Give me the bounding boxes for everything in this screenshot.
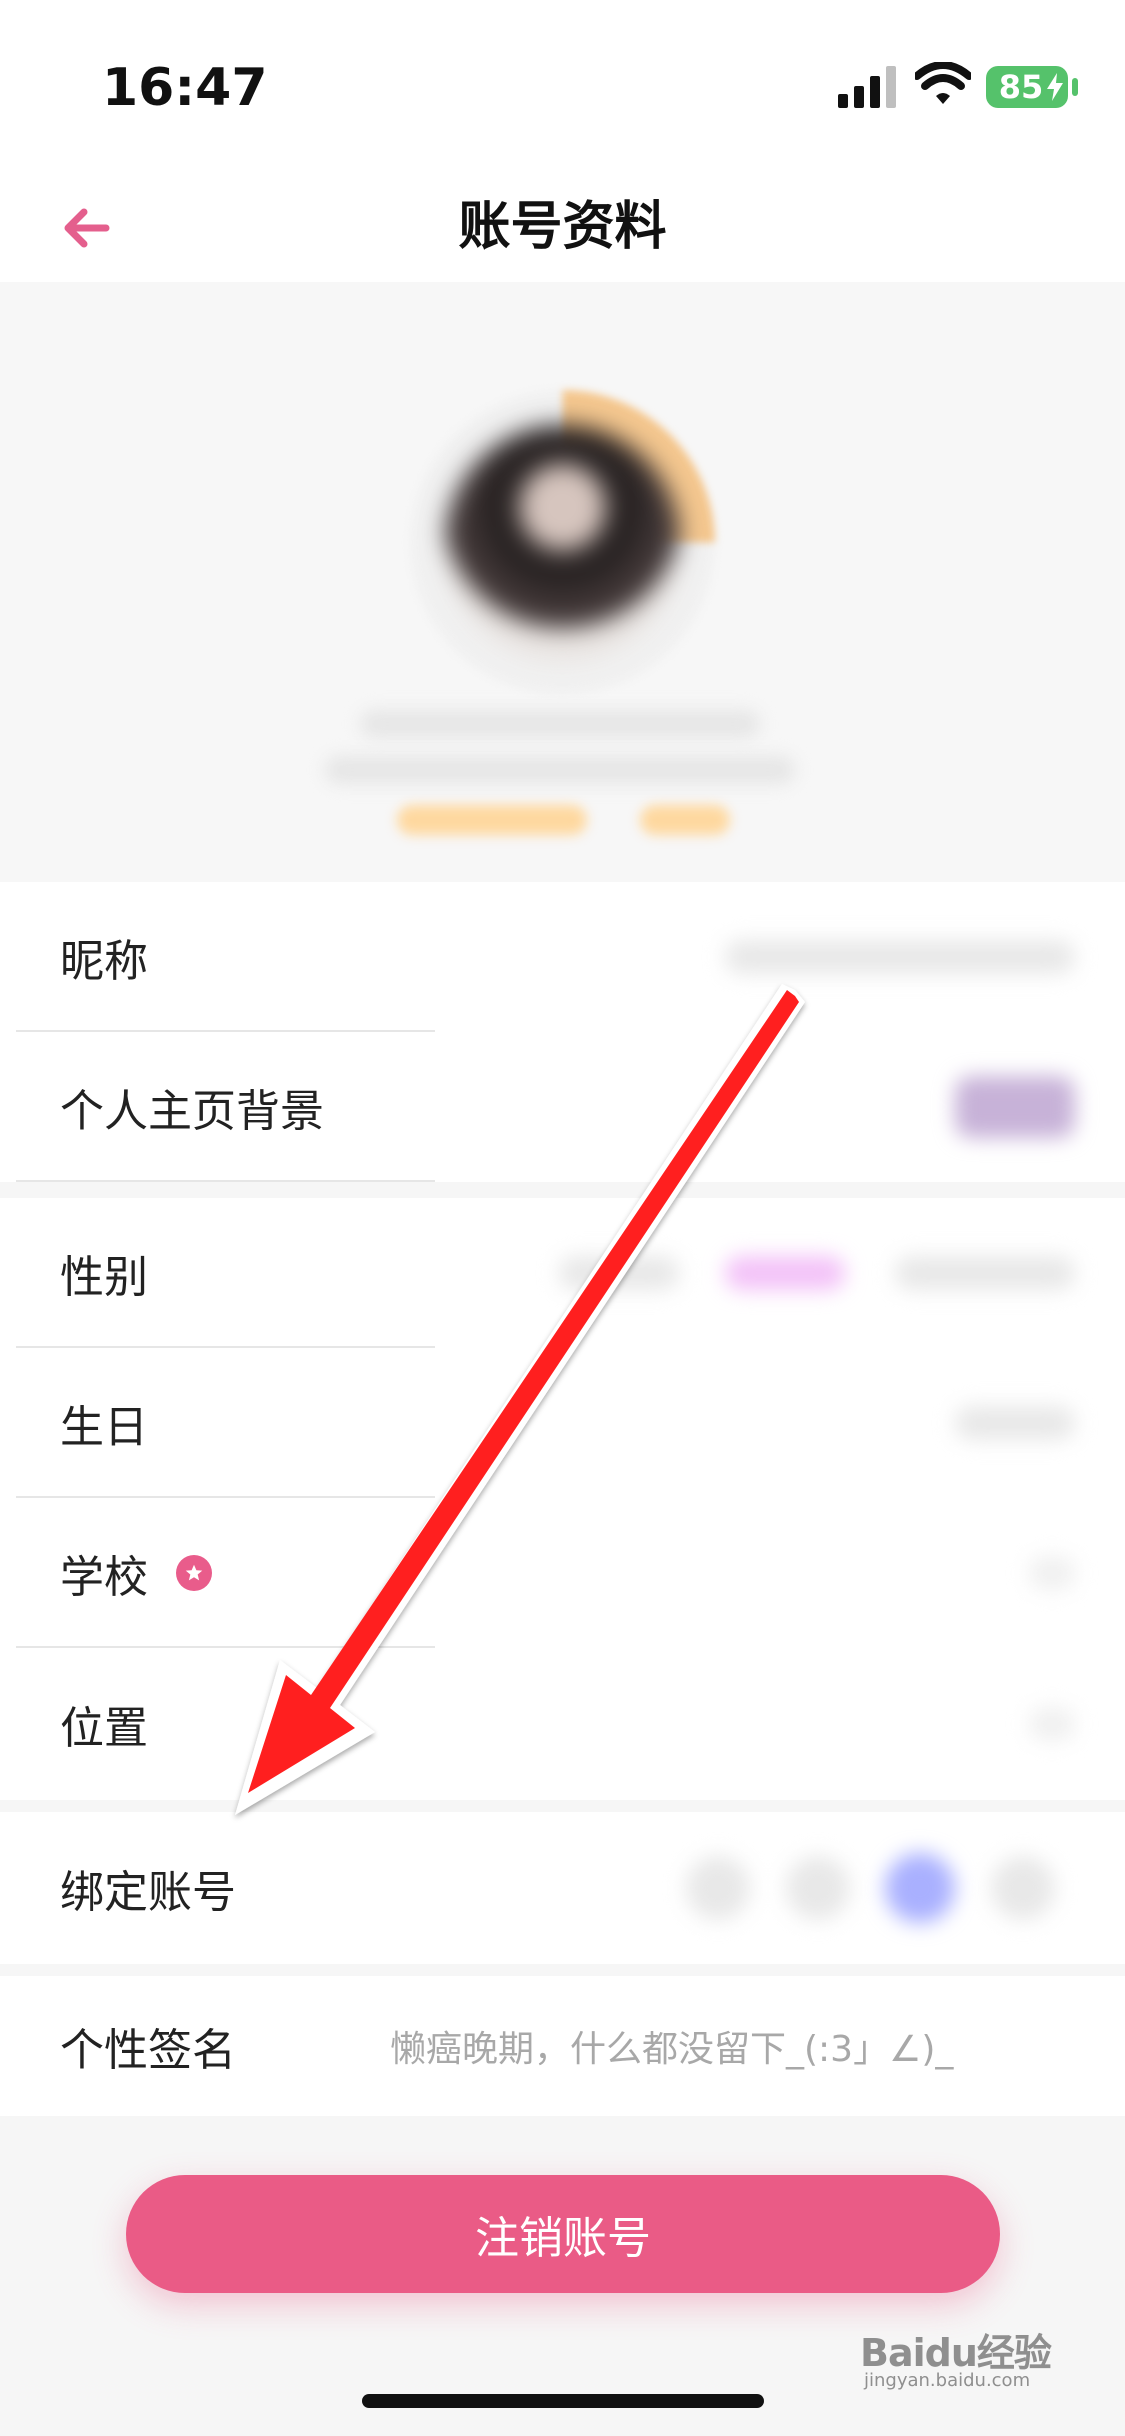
profile-header	[0, 282, 1125, 882]
home-indicator[interactable]	[362, 2394, 764, 2408]
watermark-text: Baidu经验	[860, 2331, 1052, 2375]
signal-icon	[838, 66, 896, 108]
row-bind-account[interactable]: 绑定账号	[0, 1812, 1125, 1964]
row-nickname[interactable]: 昵称	[0, 882, 1125, 1032]
bound-account-icon	[786, 1856, 850, 1920]
nav-bar: 账号资料	[0, 170, 1125, 282]
gender-label: 性别	[60, 1252, 148, 1303]
wifi-icon	[915, 62, 971, 104]
blurred-profile-info	[360, 710, 760, 738]
profile-background-label: 个人主页背景	[60, 1086, 324, 1137]
gender-option	[559, 1256, 679, 1290]
nickname-value	[725, 940, 1075, 974]
gender-option	[895, 1256, 1075, 1290]
birthday-label: 生日	[60, 1402, 148, 1453]
location-value	[1029, 1707, 1075, 1741]
gender-option-selected	[725, 1256, 845, 1290]
battery-indicator: 85	[986, 66, 1078, 108]
blurred-profile-tag	[640, 805, 730, 835]
account-profile-screen: 16:47 85 账号资料 昵称 个人主页背景 性别 生日 学校 位置 绑定账号…	[0, 0, 1125, 2436]
page-title: 账号资料	[458, 197, 667, 257]
bound-account-icon-active	[885, 1853, 955, 1923]
row-signature[interactable]: 个性签名 懒癌晚期，什么都没留下_(:3」∠)_	[0, 1976, 1125, 2116]
signature-value: 懒癌晚期，什么都没留下_(:3」∠)_	[390, 2029, 954, 2070]
charging-bolt-icon	[1047, 73, 1063, 101]
location-label: 位置	[60, 1703, 148, 1754]
profile-background-thumbnail	[955, 1076, 1075, 1138]
status-bar: 16:47 85	[0, 0, 1125, 170]
star-badge-icon	[176, 1555, 212, 1591]
row-divider	[16, 1180, 435, 1182]
row-profile-background[interactable]: 个人主页背景	[0, 1032, 1125, 1182]
row-school[interactable]: 学校	[0, 1498, 1125, 1648]
school-value	[1029, 1556, 1075, 1590]
bound-account-icon	[991, 1856, 1055, 1920]
nickname-label: 昵称	[60, 936, 148, 987]
bind-account-label: 绑定账号	[60, 1867, 236, 1918]
row-birthday[interactable]: 生日	[0, 1348, 1125, 1498]
blurred-profile-tag	[397, 805, 587, 835]
signature-label: 个性签名	[60, 2025, 236, 2076]
deactivate-account-button[interactable]: 注销账号	[126, 2175, 1000, 2293]
avatar[interactable]	[445, 425, 680, 660]
birthday-value	[955, 1406, 1075, 1440]
school-label: 学校	[60, 1552, 148, 1603]
watermark: Baidu经验 jingyan.baidu.com	[860, 2322, 1060, 2392]
row-location[interactable]: 位置	[0, 1648, 1125, 1800]
blurred-profile-info	[325, 756, 795, 784]
status-time: 16:47	[102, 58, 268, 118]
battery-level: 85	[998, 68, 1044, 106]
bound-account-icon	[686, 1856, 750, 1920]
deactivate-account-label: 注销账号	[475, 2213, 651, 2264]
watermark-url: jingyan.baidu.com	[864, 2370, 1031, 2391]
row-gender[interactable]: 性别	[0, 1198, 1125, 1348]
